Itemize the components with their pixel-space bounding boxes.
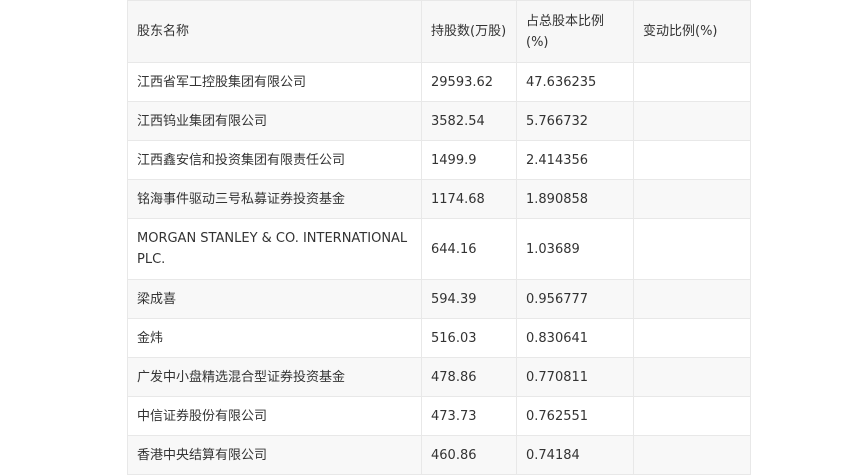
table-row: 中信证券股份有限公司 473.73 0.762551 (127, 396, 751, 436)
cell-change-ratio (633, 140, 751, 180)
cell-shares-held: 516.03 (421, 318, 517, 358)
cell-shareholder-name: 铭海事件驱动三号私募证券投资基金 (127, 179, 422, 219)
cell-shareholder-name: MORGAN STANLEY & CO. INTERNATIONAL PLC. (127, 218, 422, 280)
table-header-row: 股东名称 持股数(万股) 占总股本比例(%) 变动比例(%) (127, 0, 751, 63)
table-row: 江西钨业集团有限公司 3582.54 5.766732 (127, 101, 751, 141)
cell-share-ratio: 2.414356 (516, 140, 634, 180)
table-row: 铭海事件驱动三号私募证券投资基金 1174.68 1.890858 (127, 179, 751, 219)
table-row: 金炜 516.03 0.830641 (127, 318, 751, 358)
cell-shareholder-name: 广发中小盘精选混合型证券投资基金 (127, 357, 422, 397)
table-row: 江西省军工控股集团有限公司 29593.62 47.636235 (127, 62, 751, 102)
cell-change-ratio (633, 218, 751, 280)
cell-change-ratio (633, 279, 751, 319)
cell-change-ratio (633, 101, 751, 141)
cell-shares-held: 478.86 (421, 357, 517, 397)
cell-change-ratio (633, 179, 751, 219)
header-share-ratio: 占总股本比例(%) (516, 0, 634, 63)
header-change-ratio: 变动比例(%) (633, 0, 751, 63)
shareholder-table-container: 股东名称 持股数(万股) 占总股本比例(%) 变动比例(%) 江西省军工控股集团… (127, 0, 751, 475)
table-row: 广发中小盘精选混合型证券投资基金 478.86 0.770811 (127, 357, 751, 397)
cell-share-ratio: 1.03689 (516, 218, 634, 280)
cell-share-ratio: 0.770811 (516, 357, 634, 397)
table-row: 梁成喜 594.39 0.956777 (127, 279, 751, 319)
table-row: MORGAN STANLEY & CO. INTERNATIONAL PLC. … (127, 218, 751, 280)
cell-shares-held: 473.73 (421, 396, 517, 436)
cell-share-ratio: 47.636235 (516, 62, 634, 102)
cell-shares-held: 594.39 (421, 279, 517, 319)
cell-change-ratio (633, 396, 751, 436)
cell-share-ratio: 0.762551 (516, 396, 634, 436)
table-row: 香港中央结算有限公司 460.86 0.74184 (127, 435, 751, 475)
cell-share-ratio: 5.766732 (516, 101, 634, 141)
cell-shares-held: 29593.62 (421, 62, 517, 102)
table-row: 江西鑫安信和投资集团有限责任公司 1499.9 2.414356 (127, 140, 751, 180)
cell-shares-held: 1499.9 (421, 140, 517, 180)
cell-share-ratio: 0.830641 (516, 318, 634, 358)
cell-shareholder-name: 江西钨业集团有限公司 (127, 101, 422, 141)
header-shareholder-name: 股东名称 (127, 0, 422, 63)
cell-change-ratio (633, 318, 751, 358)
cell-shareholder-name: 江西鑫安信和投资集团有限责任公司 (127, 140, 422, 180)
cell-shareholder-name: 梁成喜 (127, 279, 422, 319)
cell-shares-held: 644.16 (421, 218, 517, 280)
cell-change-ratio (633, 435, 751, 475)
cell-share-ratio: 0.74184 (516, 435, 634, 475)
cell-change-ratio (633, 357, 751, 397)
cell-share-ratio: 1.890858 (516, 179, 634, 219)
cell-shareholder-name: 金炜 (127, 318, 422, 358)
cell-shareholder-name: 江西省军工控股集团有限公司 (127, 62, 422, 102)
cell-shares-held: 460.86 (421, 435, 517, 475)
cell-share-ratio: 0.956777 (516, 279, 634, 319)
header-shares-held: 持股数(万股) (421, 0, 517, 63)
cell-shares-held: 1174.68 (421, 179, 517, 219)
cell-shares-held: 3582.54 (421, 101, 517, 141)
cell-shareholder-name: 中信证券股份有限公司 (127, 396, 422, 436)
shareholder-table: 股东名称 持股数(万股) 占总股本比例(%) 变动比例(%) 江西省军工控股集团… (127, 0, 751, 475)
cell-shareholder-name: 香港中央结算有限公司 (127, 435, 422, 475)
cell-change-ratio (633, 62, 751, 102)
